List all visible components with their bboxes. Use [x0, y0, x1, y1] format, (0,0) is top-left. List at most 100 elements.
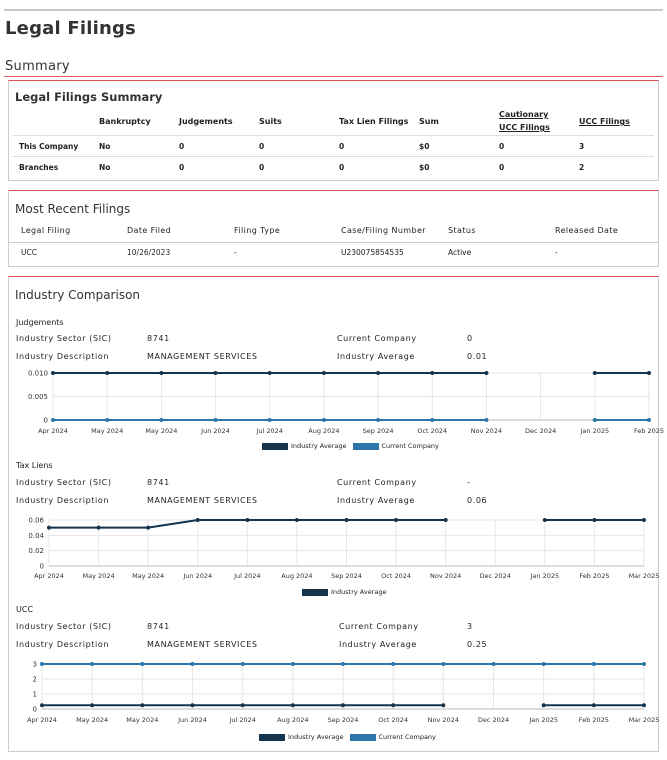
x-tick-label: Mar 2025 — [629, 572, 660, 580]
data-point — [40, 662, 44, 666]
x-tick-label: Jan 2025 — [579, 427, 609, 435]
x-tick-label: Dec 2024 — [480, 572, 511, 580]
label-sector: Industry Sector (SIC) — [16, 334, 112, 343]
chart-legend: Industry Average Current Company — [259, 733, 436, 741]
data-point — [146, 525, 151, 530]
x-tick-label: Aug 2024 — [308, 427, 339, 435]
x-tick-label: Jan 2025 — [530, 572, 560, 580]
data-point — [591, 703, 596, 708]
col-header-ucc-link[interactable]: UCC Filings — [579, 117, 630, 126]
x-tick-label: Jan 2025 — [528, 716, 558, 724]
data-point — [90, 703, 95, 708]
data-point — [592, 418, 597, 422]
data-point — [213, 418, 218, 422]
label-current-company: Current Company — [337, 334, 417, 343]
data-point — [642, 518, 646, 522]
value-sector: 8741 — [147, 334, 170, 343]
label-current-company: Current Company — [339, 622, 419, 631]
data-point — [394, 518, 399, 522]
table-cell: 3 — [579, 142, 585, 151]
table-cell: - — [555, 248, 558, 257]
data-point — [592, 371, 597, 375]
label-industry-average: Industry Average — [337, 496, 415, 505]
data-point — [391, 703, 396, 708]
data-point — [430, 418, 435, 422]
label-current-company: Current Company — [337, 478, 417, 487]
x-tick-label: May 2024 — [145, 427, 177, 435]
table-cell: No — [99, 163, 111, 172]
col-header-judgements: Judgements — [179, 117, 233, 126]
data-point — [96, 525, 101, 530]
data-point — [321, 371, 326, 375]
data-point — [642, 703, 646, 708]
value-industry-average: 0.01 — [467, 352, 488, 361]
data-point — [240, 662, 245, 666]
col-header-filing-type: Filing Type — [234, 226, 281, 235]
legend-label-average: Industry Average — [291, 442, 347, 450]
legend-label-average: Industry Average — [288, 733, 344, 741]
data-point — [441, 703, 446, 708]
value-current-company: - — [467, 478, 471, 487]
x-tick-label: Oct 2024 — [381, 572, 411, 580]
table-cell: 10/26/2023 — [127, 248, 171, 257]
table-cell: - — [234, 248, 237, 257]
col-header-sum: Sum — [419, 117, 439, 126]
x-tick-label: Jun 2024 — [182, 572, 212, 580]
data-point — [541, 662, 546, 666]
table-cell: 0 — [259, 142, 265, 151]
y-tick-label: 2 — [33, 676, 37, 684]
x-tick-label: May 2024 — [83, 572, 115, 580]
data-point — [195, 518, 200, 522]
table-cell: $0 — [419, 163, 430, 172]
legend-swatch-average — [259, 733, 285, 741]
legend-swatch-average — [262, 442, 288, 450]
data-point — [484, 418, 489, 422]
data-point — [190, 703, 195, 708]
value-industry-average: 0.06 — [467, 496, 488, 505]
data-point — [105, 371, 110, 375]
data-point — [51, 371, 55, 375]
col-header-bankruptcy: Bankruptcy — [99, 117, 151, 126]
y-tick-label: 0.02 — [28, 547, 44, 555]
y-tick-label: 0 — [44, 417, 48, 425]
col-header-suits: Suits — [259, 117, 282, 126]
label-industry-average: Industry Average — [337, 352, 415, 361]
y-tick-label: 0.010 — [28, 370, 48, 378]
y-tick-label: 0 — [33, 706, 37, 714]
data-point — [159, 418, 164, 422]
data-point — [213, 371, 218, 375]
block-title-tax-liens: Tax Liens — [16, 461, 53, 470]
x-tick-label: Feb 2025 — [579, 716, 609, 724]
section-title: Summary — [5, 59, 70, 74]
data-point — [484, 371, 489, 375]
data-point — [51, 418, 55, 422]
data-point — [245, 518, 250, 522]
judgements-chart: 0.010 0.005 0 Apr 2024 May 2024 May 2024 Jun 2… — [28, 370, 664, 436]
data-point — [90, 662, 95, 666]
data-point — [240, 703, 245, 708]
value-description: MANAGEMENT SERVICES — [147, 640, 258, 649]
legend-label-current: Current Company — [381, 442, 439, 450]
page-title: Legal Filings — [5, 18, 136, 39]
x-tick-label: Feb 2025 — [579, 572, 609, 580]
data-point — [140, 662, 145, 666]
x-tick-label: Apr 2024 — [38, 427, 68, 435]
x-tick-label: Dec 2024 — [478, 716, 509, 724]
col-header-cautionary-link-line2[interactable]: UCC Filings — [499, 123, 550, 132]
x-tick-label: Sep 2024 — [328, 716, 359, 724]
col-header-legal-filing: Legal Filing — [21, 226, 71, 235]
x-tick-label: May 2024 — [91, 427, 123, 435]
value-current-company: 3 — [467, 622, 473, 631]
most-recent-filings-card: Most Recent Filings Legal Filing Date Fi… — [8, 190, 659, 267]
value-sector: 8741 — [147, 622, 170, 631]
legend-label-current: Current Company — [378, 733, 436, 741]
x-tick-label: Jun 2024 — [200, 427, 230, 435]
industry-card-title: Industry Comparison — [15, 288, 141, 302]
table-cell: 0 — [179, 163, 185, 172]
col-header-cautionary-link[interactable]: Cautionary — [499, 110, 548, 119]
data-point — [443, 518, 448, 522]
value-sector: 8741 — [147, 478, 170, 487]
data-point — [591, 662, 596, 666]
recent-card-title: Most Recent Filings — [15, 202, 131, 216]
table-cell: 0 — [339, 142, 345, 151]
